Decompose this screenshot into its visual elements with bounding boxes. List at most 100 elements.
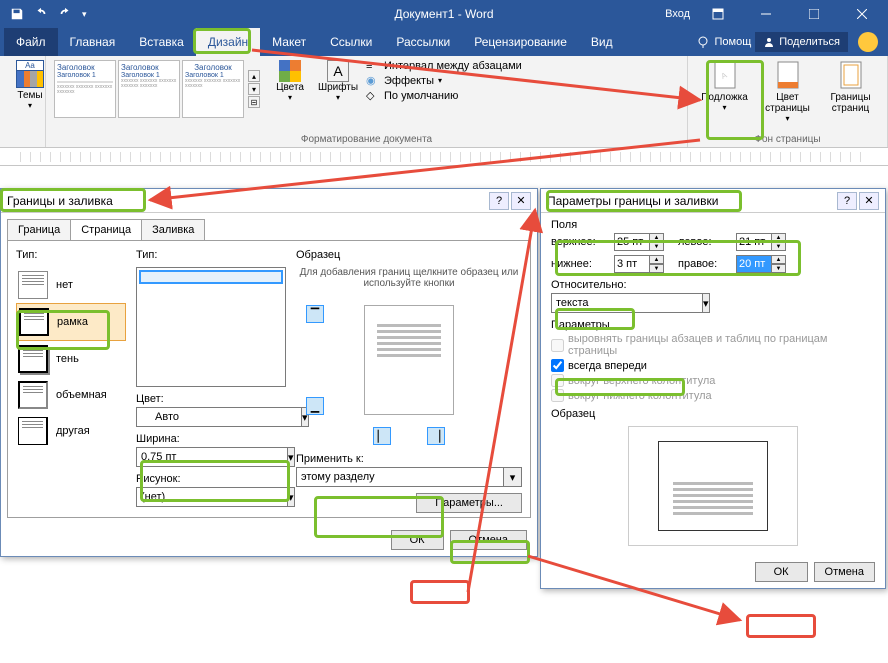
help-button[interactable]: ?: [837, 192, 857, 210]
edge-bottom-button[interactable]: ▁: [306, 397, 324, 415]
set-default-button[interactable]: ◇По умолчанию: [366, 89, 522, 102]
page-color-icon: [774, 60, 802, 92]
preview-page[interactable]: [364, 305, 454, 415]
ribbon: Aa Темы ▾ ЗаголовокЗаголовок 1xxxxxxx xx…: [0, 56, 888, 148]
fonts-label: Шрифты: [318, 82, 358, 93]
width-value[interactable]: [136, 447, 288, 467]
edge-left-button[interactable]: ▏: [373, 427, 391, 445]
ok-button[interactable]: ОК: [391, 530, 444, 550]
window-title: Документ1 - Word: [394, 7, 493, 21]
gallery-scroll[interactable]: ▴ ▾ ⊟: [246, 60, 262, 118]
style-label: Тип:: [136, 249, 286, 261]
cancel-button[interactable]: Отмена: [814, 562, 875, 582]
undo-icon[interactable]: [34, 7, 48, 21]
checkbox-always-front[interactable]: всегда впереди: [551, 359, 875, 372]
preview-hint: Для добавления границ щелкните образец и…: [296, 267, 522, 289]
horizontal-ruler[interactable]: [0, 148, 888, 166]
preview-label: Образец: [296, 249, 522, 261]
setting-box[interactable]: рамка: [16, 303, 126, 341]
share-label: Поделиться: [779, 36, 840, 48]
setting-custom[interactable]: другая: [16, 413, 126, 449]
apply-to-combo[interactable]: ▾: [296, 467, 522, 487]
colors-label: Цвета: [276, 82, 304, 93]
close-button[interactable]: ✕: [859, 192, 879, 210]
setting-shadow[interactable]: тень: [16, 341, 126, 377]
checkbox-around-header: вокруг верхнего колонтитула: [551, 374, 875, 387]
edge-top-button[interactable]: ▔: [306, 305, 324, 323]
login-link[interactable]: Вход: [665, 8, 690, 20]
help-button[interactable]: ?: [489, 192, 509, 210]
doc-style-item[interactable]: ЗаголовокЗаголовок 1xxxxxxx xxxxxxx xxxx…: [54, 60, 116, 118]
color-combo[interactable]: ▾: [136, 407, 286, 427]
qat-dropdown-icon[interactable]: ▾: [82, 9, 87, 20]
colors-button[interactable]: Цвета▾: [268, 60, 312, 118]
tab-references[interactable]: Ссылки: [318, 28, 384, 56]
save-icon[interactable]: [10, 7, 24, 21]
page-borders-icon: [837, 60, 865, 92]
dropdown-icon[interactable]: ▾: [703, 293, 710, 313]
page-borders-button[interactable]: Границы страниц: [822, 60, 879, 123]
tell-me[interactable]: Помощ: [696, 35, 751, 49]
cancel-button[interactable]: Отмена: [450, 530, 527, 550]
tab-layout[interactable]: Макет: [260, 28, 318, 56]
tab-mailings[interactable]: Рассылки: [384, 28, 462, 56]
dropdown-icon[interactable]: ▾: [504, 467, 522, 487]
width-combo[interactable]: ▾: [136, 447, 286, 467]
group-label-formatting: Форматирование документа: [54, 132, 679, 145]
apply-to-value[interactable]: [296, 467, 504, 487]
effects-button[interactable]: ◉Эффекты ▾: [366, 74, 522, 87]
ok-button[interactable]: ОК: [755, 562, 808, 582]
tab-home[interactable]: Главная: [58, 28, 128, 56]
paragraph-spacing-button[interactable]: ≡Интервал между абзацами: [366, 60, 522, 72]
doc-style-item[interactable]: ЗаголовокЗаголовок 1xxxxxxx xxxxxxx xxxx…: [118, 60, 180, 118]
doc-style-item[interactable]: ЗаголовокЗаголовок 1xxxxxxx xxxxxxx xxxx…: [182, 60, 244, 118]
tab-insert[interactable]: Вставка: [127, 28, 196, 56]
tab-border[interactable]: Граница: [7, 219, 71, 240]
preview-label: Образец: [551, 408, 875, 420]
edge-right-button[interactable]: ▕: [427, 427, 445, 445]
dropdown-icon[interactable]: ▾: [288, 447, 295, 467]
spacing-label: Интервал между абзацами: [384, 60, 522, 72]
minimize-button[interactable]: [746, 1, 786, 27]
dropdown-icon[interactable]: ▾: [288, 487, 295, 507]
margin-top-input[interactable]: ▲▼: [614, 233, 670, 251]
close-button[interactable]: ✕: [511, 192, 531, 210]
setting-none[interactable]: нет: [16, 267, 126, 303]
relative-to-label: Относительно:: [551, 279, 875, 291]
tab-file[interactable]: Файл: [4, 28, 58, 56]
redo-icon[interactable]: [58, 7, 72, 21]
ribbon-display-options[interactable]: [698, 1, 738, 27]
margin-right-input[interactable]: ▲▼: [736, 255, 792, 273]
page-color-button[interactable]: Цвет страницы▾: [759, 60, 816, 123]
art-combo[interactable]: ▾: [136, 487, 286, 507]
style-listbox[interactable]: [136, 267, 286, 387]
relative-to-value[interactable]: [551, 293, 703, 313]
tab-shading[interactable]: Заливка: [141, 219, 205, 240]
feedback-smiley-icon[interactable]: [858, 32, 878, 52]
border-shading-options-dialog: Параметры границы и заливки ? ✕ Поля вер…: [540, 188, 886, 589]
maximize-button[interactable]: [794, 1, 834, 27]
lightbulb-icon: [696, 35, 710, 49]
close-button[interactable]: [842, 1, 882, 27]
margins-label: Поля: [551, 219, 875, 231]
document-formatting-gallery[interactable]: ЗаголовокЗаголовок 1xxxxxxx xxxxxxx xxxx…: [54, 60, 262, 118]
share-button[interactable]: Поделиться: [755, 32, 848, 52]
tab-review[interactable]: Рецензирование: [462, 28, 579, 56]
tab-design[interactable]: Дизайн: [196, 28, 260, 56]
watermark-button[interactable]: A Подложка▾: [696, 60, 753, 123]
art-value[interactable]: [136, 487, 288, 507]
margin-right-label: правое:: [678, 258, 728, 270]
margin-bottom-input[interactable]: ▲▼: [614, 255, 670, 273]
options-button[interactable]: Параметры...: [416, 493, 522, 513]
tab-page[interactable]: Страница: [70, 219, 142, 240]
fonts-button[interactable]: A Шрифты▾: [316, 60, 360, 118]
dialog-title: Параметры границы и заливки: [547, 194, 718, 208]
color-value[interactable]: [136, 407, 302, 427]
tab-view[interactable]: Вид: [579, 28, 625, 56]
themes-label: Темы: [17, 90, 42, 101]
relative-to-combo[interactable]: ▾: [551, 293, 661, 313]
checkbox-align-borders: выровнять границы абзацев и таблиц по гр…: [551, 333, 875, 357]
width-label: Ширина:: [136, 433, 286, 445]
margin-left-input[interactable]: ▲▼: [736, 233, 792, 251]
setting-3d[interactable]: объемная: [16, 377, 126, 413]
